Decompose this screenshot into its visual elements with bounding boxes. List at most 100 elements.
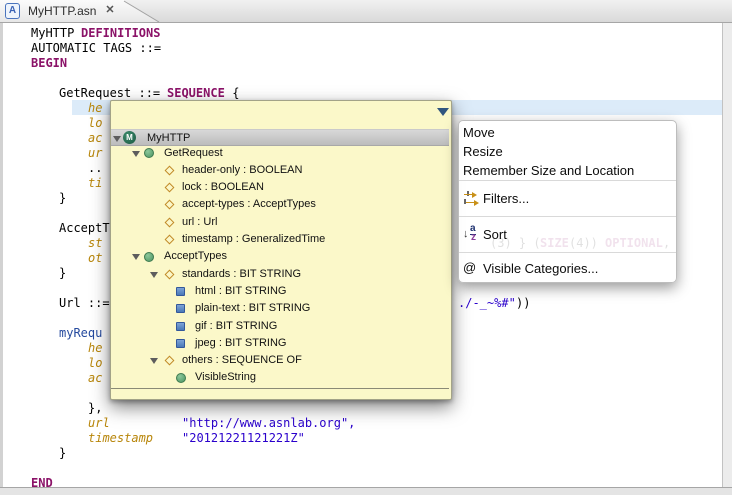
outline-item-jpeg[interactable]: jpeg : BIT STRING [111,335,449,352]
outline-item-visiblestring[interactable]: VisibleString [111,369,449,386]
code-segment: AcceptT [59,221,110,236]
menu-button-arrow-icon [437,108,449,116]
code-segment: GetRequest ::= [59,86,167,101]
code-segment: } [59,191,66,206]
field-icon [165,183,175,193]
outline-item-label: VisibleString [195,371,256,383]
field-icon [165,200,175,210]
popup-footer [111,389,449,398]
outline-item-label: GetRequest [164,147,223,159]
sort-icon: ↓az [463,227,480,243]
code-segment: lo [88,116,102,131]
menu-item-label: Move [463,125,495,140]
code-segment: myRequ [59,326,102,341]
type-icon [176,373,186,383]
outline-item-label: others : SEQUENCE OF [182,354,302,366]
code-segment: MyHTTP [31,26,82,41]
code-line[interactable]: } [0,446,732,461]
code-segment: END [31,476,53,491]
type-icon [144,148,154,158]
editor-tab-bar: A MyHTTP.asn ✕ [0,0,732,23]
code-segment: ur [88,146,102,161]
outline-item-html[interactable]: html : BIT STRING [111,283,449,300]
quick-outline-popup: M MyHTTP GetRequest header-only : BOOLEAN lo… [110,100,452,400]
outline-item-label: timestamp : GeneralizedTime [182,233,325,245]
menu-item-remember-size-and-location[interactable]: Remember Size and Location [459,161,676,180]
outline-item-plain-text[interactable]: plain-text : BIT STRING [111,300,449,317]
code-segment: ti [88,176,102,191]
expanded-arrow-icon[interactable] [113,136,121,142]
code-line[interactable]: }, [0,401,732,416]
tab-close-icon[interactable]: ✕ [103,3,117,17]
code-segment: "20121221121221Z" [182,431,305,446]
menu-item-visible-categories[interactable]: @Visible Categories... [459,253,676,283]
code-line[interactable]: url "http://www.asnlab.org", [0,416,732,431]
outline-item-timestamp[interactable]: timestamp : GeneralizedTime [111,231,449,248]
code-segment: } [59,266,66,281]
bit-string-icon [176,287,185,296]
code-line[interactable]: MyHTTP DEFINITIONS [0,26,732,41]
bit-string-icon [176,322,185,331]
expanded-arrow-icon[interactable] [132,254,140,260]
code-line[interactable]: END [0,476,732,491]
code-line[interactable]: timestamp"20121221121221Z" [0,431,732,446]
outline-item-standards[interactable]: standards : BIT STRING [111,266,449,283]
outline-item-url[interactable]: url : Url [111,214,449,231]
field-icon [165,217,175,227]
outline-item-label: header-only : BOOLEAN [182,164,302,176]
outline-item-getrequest[interactable]: GetRequest [111,145,449,162]
code-segment: DEFINITIONS [81,26,160,41]
outline-item-label: MyHTTP [147,132,190,144]
view-menu: Move Resize Remember Size and Location Filt… [458,120,677,283]
code-segment: ac [88,131,102,146]
field-icon [165,235,175,245]
code-segment: "http://www.asnlab.org", [182,416,355,431]
type-icon [144,252,154,262]
code-segment: st [88,236,102,251]
asn-file-icon: A [5,3,20,19]
code-segment: url [88,416,110,431]
code-line[interactable]: AUTOMATIC TAGS ::= [0,41,732,56]
code-line[interactable]: GetRequest ::= SEQUENCE { [0,86,732,101]
field-icon [165,356,175,366]
outline-item-label: AcceptTypes [164,250,227,262]
code-segment: SEQUENCE [167,86,225,101]
bit-string-icon [176,339,185,348]
code-segment: ./-_~%#" [458,296,516,311]
menu-item-move[interactable]: Move [459,123,676,142]
outline-item-myhttp[interactable]: M MyHTTP [111,129,449,146]
categories-icon: @ [463,260,480,276]
outline-item-accepttypes[interactable]: AcceptTypes [111,248,449,265]
outline-item-label: jpeg : BIT STRING [195,337,287,349]
menu-item-label: Remember Size and Location [463,163,634,178]
outline-item-gif[interactable]: gif : BIT STRING [111,318,449,335]
code-segment: .. [88,161,102,176]
code-segment: }, [88,401,102,416]
eclipse-editor-window: A MyHTTP.asn ✕ MyHTTP DEFINITIONSAUTOMAT… [0,0,732,495]
outline-item-header-only[interactable]: header-only : BOOLEAN [111,162,449,179]
menu-item-label: Resize [463,144,503,159]
code-segment: { [225,86,239,101]
expanded-arrow-icon[interactable] [132,151,140,157]
menu-item-sort[interactable]: ↓azSort [459,217,676,252]
outline-item-label: lock : BOOLEAN [182,181,264,193]
expanded-arrow-icon[interactable] [150,272,158,278]
outline-item-label: gif : BIT STRING [195,320,277,332]
outline-item-lock[interactable]: lock : BOOLEAN [111,179,449,196]
menu-item-filters[interactable]: Filters... [459,181,676,216]
code-segment: AUTOMATIC TAGS ::= [31,41,161,56]
menu-item-resize[interactable]: Resize [459,142,676,161]
code-line[interactable]: BEGIN [0,56,732,71]
outline-item-others[interactable]: others : SEQUENCE OF [111,352,449,369]
expanded-arrow-icon[interactable] [150,358,158,364]
code-segment: he [88,341,102,356]
outline-item-label: accept-types : AcceptTypes [182,198,316,210]
popup-menu-button[interactable] [435,106,451,118]
outline-item-label: standards : BIT STRING [182,268,301,280]
field-icon [165,269,175,279]
module-icon: M [123,131,136,144]
field-icon [165,165,175,175]
code-segment: BEGIN [31,56,67,71]
outline-item-accept-types[interactable]: accept-types : AcceptTypes [111,196,449,213]
code-segment: lo [88,356,102,371]
